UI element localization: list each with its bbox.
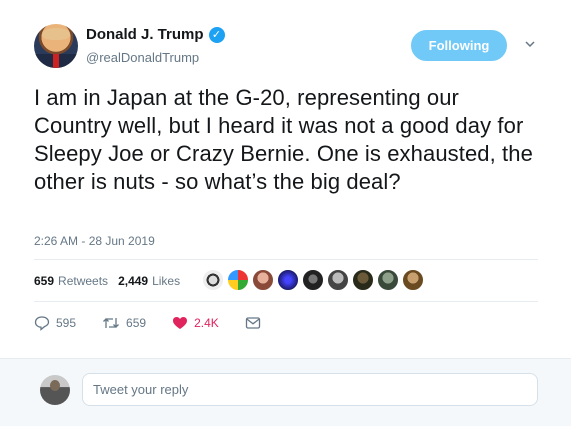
liker-avatar[interactable] bbox=[252, 269, 274, 291]
tweet-text: I am in Japan at the G-20, representing … bbox=[34, 85, 533, 194]
current-user-avatar[interactable] bbox=[40, 375, 70, 405]
liker-avatar[interactable] bbox=[302, 269, 324, 291]
liker-avatar[interactable] bbox=[277, 269, 299, 291]
retweet-count: 659 bbox=[126, 316, 147, 330]
retweets-count: 659 bbox=[34, 274, 55, 288]
reply-composer bbox=[0, 358, 571, 426]
liker-avatar[interactable] bbox=[352, 269, 374, 291]
chevron-down-icon[interactable] bbox=[524, 38, 536, 50]
likes-stat[interactable]: 2,449 Likes bbox=[118, 274, 180, 288]
retweets-stat[interactable]: 659 Retweets bbox=[34, 274, 108, 288]
liker-avatar[interactable] bbox=[227, 269, 249, 291]
tweet-stats: 659 Retweets 2,449 Likes bbox=[34, 268, 190, 294]
tweet-actions: 595 659 2.4K bbox=[34, 312, 293, 334]
heart-icon bbox=[173, 317, 188, 329]
tweet-card: Donald J. Trump ✓ @realDonaldTrump Follo… bbox=[0, 0, 571, 358]
avatar-head bbox=[50, 380, 60, 391]
liker-avatars bbox=[202, 269, 427, 291]
divider bbox=[34, 259, 538, 260]
liker-avatar[interactable] bbox=[402, 269, 424, 291]
reply-count: 595 bbox=[56, 316, 77, 330]
likes-label: Likes bbox=[152, 274, 181, 288]
author-name-row[interactable]: Donald J. Trump ✓ bbox=[86, 26, 225, 43]
retweet-button[interactable]: 659 bbox=[102, 315, 146, 331]
retweet-icon bbox=[103, 318, 119, 328]
author-handle[interactable]: @realDonaldTrump bbox=[86, 50, 199, 65]
avatar-hair bbox=[42, 28, 70, 40]
reply-button[interactable]: 595 bbox=[34, 315, 76, 331]
envelope-icon bbox=[245, 317, 260, 329]
like-button[interactable]: 2.4K bbox=[172, 315, 219, 331]
avatar-tie bbox=[53, 54, 59, 68]
divider bbox=[34, 301, 538, 302]
liker-avatar[interactable] bbox=[377, 269, 399, 291]
liker-avatar[interactable] bbox=[202, 269, 224, 291]
retweets-label: Retweets bbox=[58, 274, 109, 288]
like-count: 2.4K bbox=[194, 316, 219, 330]
likes-count: 2,449 bbox=[118, 274, 149, 288]
liker-avatar[interactable] bbox=[327, 269, 349, 291]
author-name[interactable]: Donald J. Trump bbox=[86, 26, 204, 43]
reply-input[interactable] bbox=[82, 373, 538, 406]
author-avatar[interactable] bbox=[34, 24, 78, 68]
following-button[interactable]: Following bbox=[411, 30, 507, 61]
direct-message-button[interactable] bbox=[245, 316, 267, 330]
verified-badge-icon: ✓ bbox=[208, 26, 225, 43]
tweet-timestamp[interactable]: 2:26 AM - 28 Jun 2019 bbox=[34, 234, 155, 248]
reply-icon bbox=[34, 316, 50, 331]
